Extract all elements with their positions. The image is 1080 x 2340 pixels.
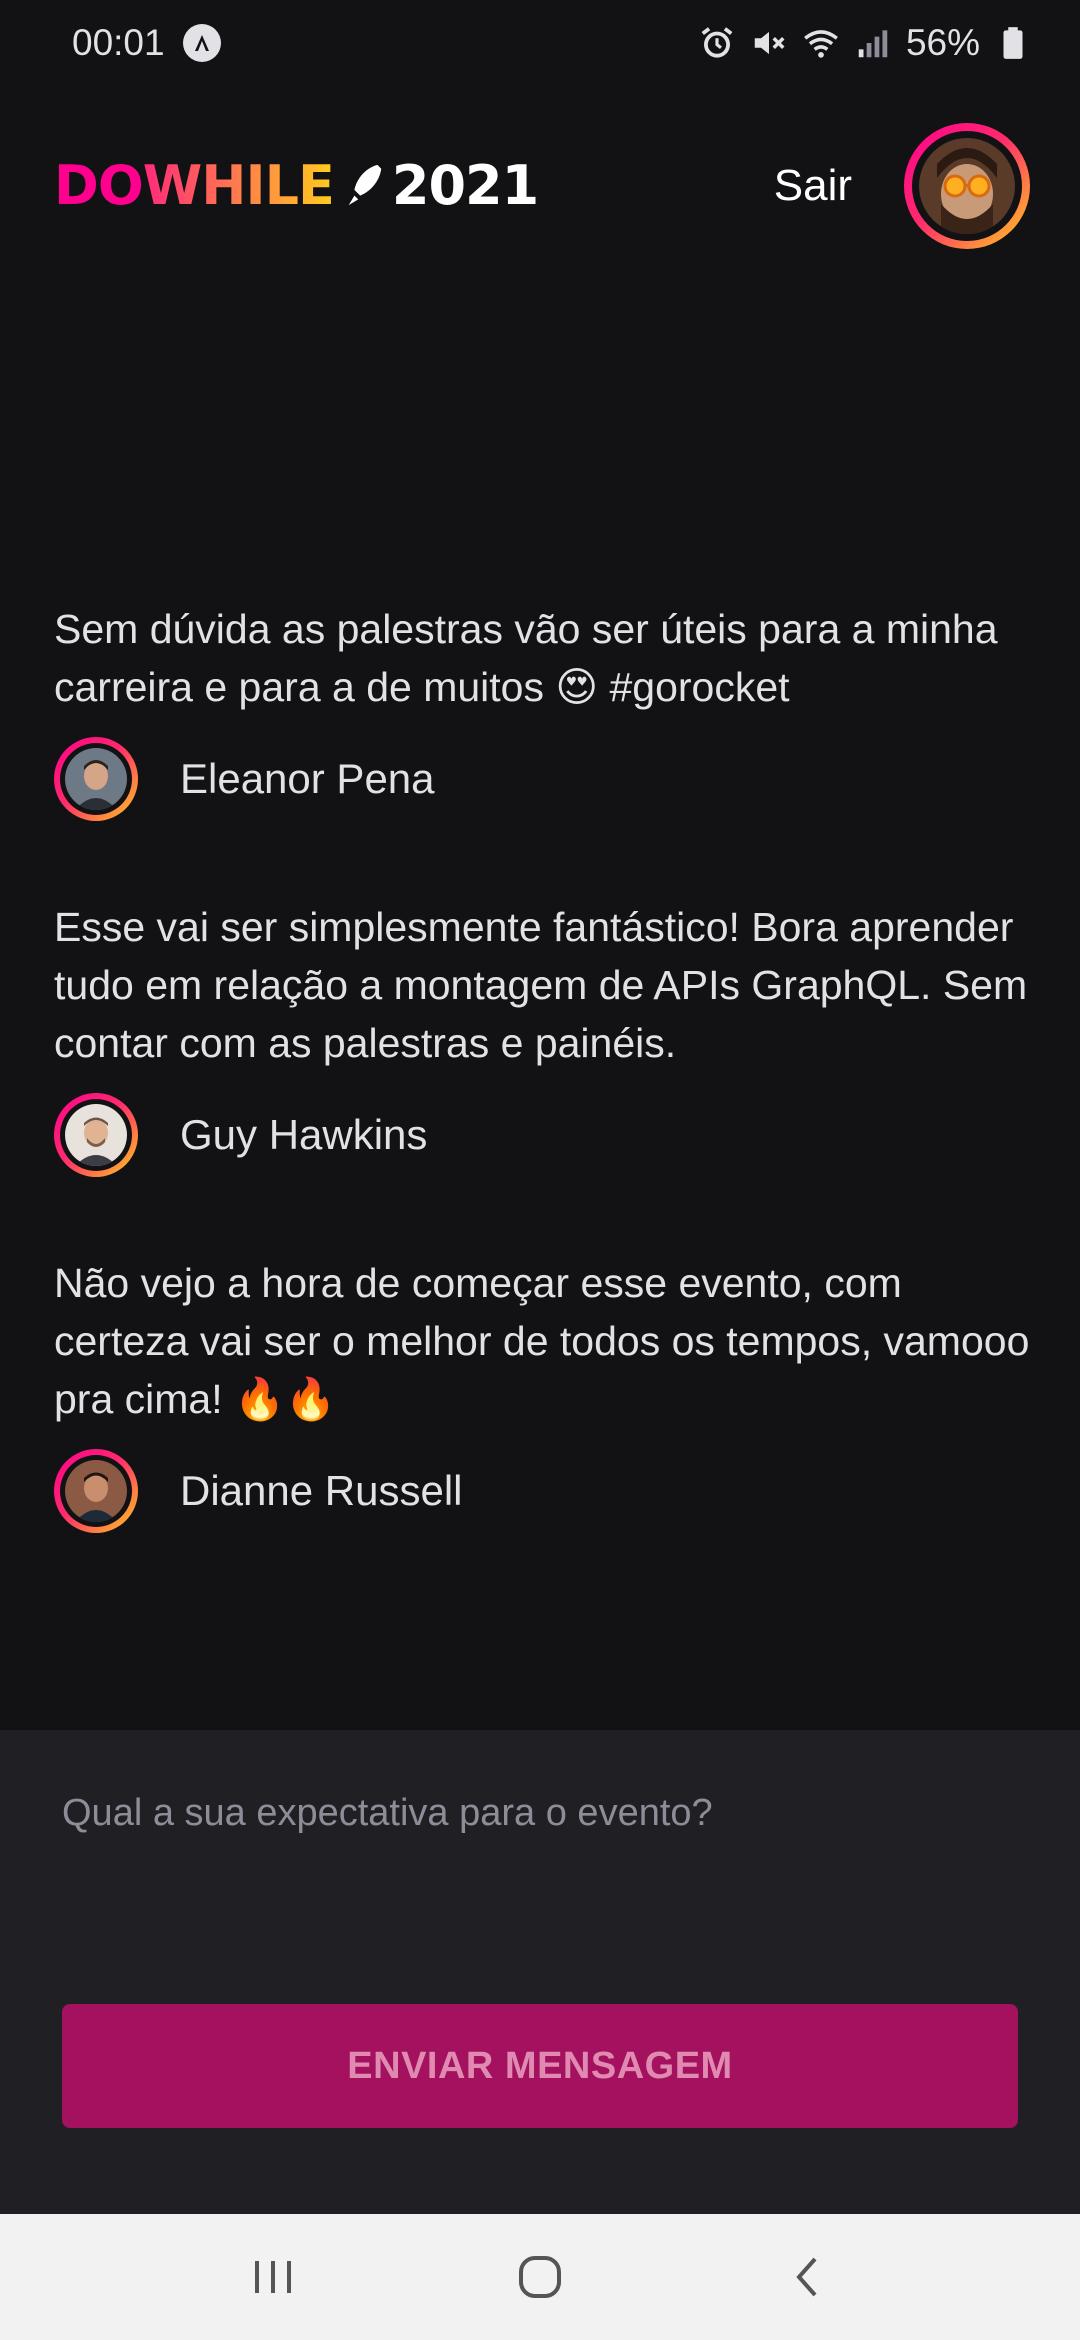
author-name: Dianne Russell	[180, 1467, 463, 1514]
battery-percent: 56%	[905, 22, 980, 63]
app-header: DO WHILE 2021 Sair	[0, 118, 1080, 254]
message-text: Não vejo a hora de começar esse evento, …	[54, 1260, 1030, 1422]
signal-icon	[858, 30, 888, 58]
recent-apps-button[interactable]	[228, 2232, 318, 2322]
signout-button[interactable]: Sair	[774, 161, 852, 211]
home-icon	[518, 2256, 561, 2298]
message-author: Guy Hawkins	[54, 1092, 1034, 1178]
message-item: Sem dúvida as palestras vão ser úteis pa…	[54, 600, 1034, 822]
author-avatar	[54, 1449, 138, 1533]
message-composer: ENVIAR MENSAGEM	[0, 1730, 1080, 2214]
user-avatar-photo	[919, 138, 1015, 234]
message-text: Sem dúvida as palestras vão ser úteis pa…	[54, 606, 998, 710]
recent-apps-icon	[255, 2261, 292, 2293]
wifi-icon	[804, 30, 838, 58]
message-list: Sem dúvida as palestras vão ser úteis pa…	[54, 600, 1034, 1610]
author-avatar-photo	[65, 1104, 127, 1166]
back-icon	[795, 2257, 817, 2297]
author-avatar-photo	[65, 1460, 127, 1522]
message-author: Dianne Russell	[54, 1448, 1034, 1534]
dowhile-logo: DO WHILE 2021	[54, 154, 539, 217]
author-avatar-gap	[60, 1099, 132, 1171]
logo-do: DO	[54, 154, 144, 217]
status-bar: 00:01 56%	[0, 0, 1080, 86]
status-left: 00:01	[72, 22, 221, 64]
header-actions: Sair	[774, 123, 1030, 249]
logo-year: 2021	[391, 154, 539, 217]
logo-while: WHILE	[142, 154, 335, 217]
auto-icon	[182, 24, 221, 62]
message-input[interactable]	[62, 1792, 1018, 1972]
status-right: 56%	[698, 22, 1032, 64]
author-avatar	[54, 1093, 138, 1177]
user-avatar[interactable]	[904, 123, 1030, 249]
avatar-gap	[912, 131, 1022, 241]
message-author: Eleanor Pena	[54, 736, 1034, 822]
author-avatar-gap	[60, 743, 132, 815]
message-item: Esse vai ser simplesmente fantástico! Bo…	[54, 898, 1034, 1178]
author-avatar-photo	[65, 748, 127, 810]
author-avatar	[54, 737, 138, 821]
message-item: Não vejo a hora de começar esse evento, …	[54, 1254, 1034, 1534]
battery-icon	[1003, 27, 1023, 59]
status-time: 00:01	[72, 22, 165, 63]
back-button[interactable]	[762, 2232, 852, 2322]
send-message-button[interactable]: ENVIAR MENSAGEM	[62, 2004, 1018, 2128]
system-nav-bar	[0, 2214, 1080, 2340]
author-avatar-gap	[60, 1455, 132, 1527]
mute-icon	[754, 31, 785, 55]
alarm-icon	[701, 27, 733, 58]
author-name: Eleanor Pena	[180, 755, 435, 802]
rocket-icon	[348, 164, 382, 206]
author-name: Guy Hawkins	[180, 1111, 428, 1158]
message-text: Esse vai ser simplesmente fantástico! Bo…	[54, 904, 1028, 1066]
home-button[interactable]	[495, 2232, 585, 2322]
